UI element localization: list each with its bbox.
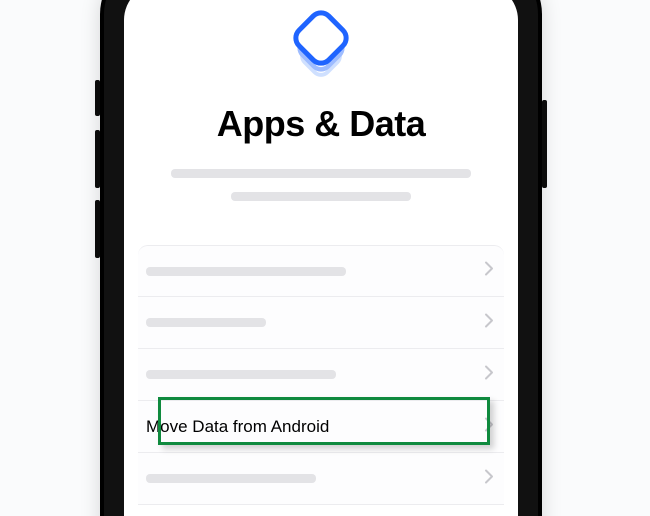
stage: Apps & Data [0, 0, 650, 516]
phone-screen: Apps & Data [124, 0, 518, 516]
chevron-right-icon [484, 416, 494, 437]
subtitle-line-1 [171, 169, 471, 178]
option-row-1[interactable] [138, 245, 504, 297]
chevron-right-icon [484, 468, 494, 489]
option-placeholder [146, 370, 336, 379]
stacked-squares-icon [282, 2, 360, 85]
option-label: Move Data from Android [146, 417, 329, 437]
option-row-move-android[interactable]: Move Data from Android [138, 401, 504, 453]
mute-switch [95, 80, 100, 116]
setup-content: Apps & Data [124, 0, 518, 505]
option-row-2[interactable] [138, 297, 504, 349]
subtitle-line-2 [231, 192, 411, 201]
chevron-right-icon [484, 261, 494, 282]
chevron-right-icon [484, 364, 494, 385]
page-title: Apps & Data [124, 103, 518, 145]
chevron-right-icon [484, 312, 494, 333]
option-placeholder [146, 267, 346, 276]
option-row-5[interactable] [138, 453, 504, 505]
phone-bezel: Apps & Data [104, 0, 538, 516]
volume-down-button [95, 200, 100, 258]
option-placeholder [146, 318, 266, 327]
phone-frame: Apps & Data [100, 0, 542, 516]
option-placeholder [146, 474, 316, 483]
power-button [542, 100, 547, 188]
subtitle-placeholder [124, 169, 518, 201]
header-icon-wrap [124, 2, 518, 85]
volume-up-button [95, 130, 100, 188]
options-list: Move Data from Android [124, 245, 518, 505]
option-row-3[interactable] [138, 349, 504, 401]
